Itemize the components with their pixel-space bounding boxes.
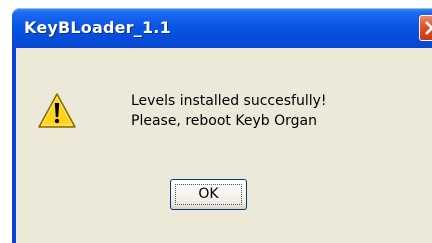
title-bar[interactable]: KeyBLoader_1.1 <box>12 8 432 48</box>
message-text: Levels installed succesfully! Please, re… <box>131 91 327 131</box>
close-button[interactable] <box>419 15 432 41</box>
ok-button[interactable]: OK <box>170 179 247 210</box>
message-line-2: Please, reboot Keyb Organ <box>131 113 317 129</box>
message-dialog-window: KeyBLoader_1.1 Levels installed succesfu… <box>12 8 432 243</box>
ok-button-label: OK <box>198 186 219 202</box>
warning-icon <box>38 93 76 128</box>
message-line-1: Levels installed succesfully! <box>131 93 327 109</box>
screen: KeyBLoader_1.1 Levels installed succesfu… <box>0 0 432 243</box>
dialog-body: Levels installed succesfully! Please, re… <box>16 48 432 243</box>
window-title: KeyBLoader_1.1 <box>24 18 171 37</box>
close-x-icon <box>425 21 432 35</box>
